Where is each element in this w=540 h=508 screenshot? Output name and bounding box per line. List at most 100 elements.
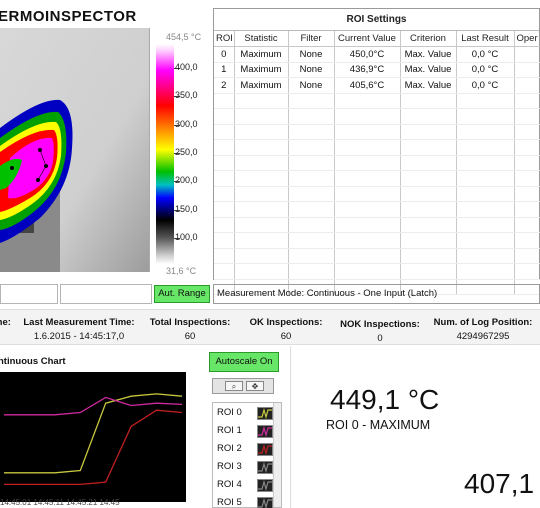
table-cell[interactable]: <	[514, 77, 540, 94]
scale-tick-label: 150,0	[175, 203, 198, 214]
legend-label: ROI 3	[217, 461, 242, 472]
table-cell: 0,0 °C	[456, 77, 515, 94]
table-cell: 0	[214, 46, 235, 63]
chart-svg	[4, 393, 183, 486]
table-row	[214, 139, 540, 156]
stat-time: me:	[0, 317, 11, 328]
legend-label: ROI 4	[217, 479, 242, 490]
chart-x-ticks: 14:45:01 14:45:11 14:45:21 14:45	[0, 498, 120, 507]
col-header-last-result[interactable]: Last Result	[456, 31, 515, 47]
series-line-roi-0	[4, 393, 183, 474]
measurement-mode-field[interactable]: Measurement Mode: Continuous - One Input…	[213, 284, 540, 304]
legend-label: ROI 5	[217, 497, 242, 508]
table-cell[interactable]: <	[514, 46, 540, 63]
table-cell[interactable]: None	[288, 46, 335, 63]
table-cell: 0,0 °C	[456, 62, 515, 78]
roi-table[interactable]: ROI Statistic Filter Current Value Crite…	[214, 31, 540, 295]
legend-item[interactable]: ROI 4	[217, 477, 273, 493]
table-row	[214, 108, 540, 125]
scale-tick-label: 200,0	[175, 175, 198, 186]
panel-divider	[290, 346, 291, 508]
legend-swatch-icon	[257, 443, 273, 456]
status-field	[60, 284, 152, 304]
stat-label: NOK Inspections:	[340, 319, 420, 330]
pan-tool-icon[interactable]: ✥	[246, 381, 264, 391]
zoom-tool-icon[interactable]: ⌕	[225, 381, 243, 391]
stat-log-position: Num. of Log Position: 4294967295	[428, 317, 538, 342]
legend-swatch-icon	[257, 479, 273, 492]
table-cell[interactable]: Maximum	[234, 62, 289, 78]
legend-item[interactable]: ROI 2	[217, 441, 273, 457]
legend-swatch-icon	[257, 461, 273, 474]
plot-legend[interactable]: ROI 0 ROI 1 ROI 2 ROI 3 ROI 4 ROI 5	[212, 402, 282, 508]
legend-item[interactable]: ROI 5	[217, 495, 273, 508]
table-row[interactable]: 0 Maximum None 450,0°C Max. Value 0,0 °C…	[214, 46, 540, 63]
col-header-filter[interactable]: Filter	[288, 31, 335, 47]
legend-swatch-icon	[257, 497, 273, 508]
stat-value: 0	[377, 333, 383, 344]
table-row[interactable]: 1 Maximum None 436,9°C Max. Value 0,0 °C…	[214, 62, 540, 78]
table-cell[interactable]: Max. Value	[400, 46, 457, 63]
chart-plot-area[interactable]	[0, 372, 186, 502]
scale-tick-label: 350,0	[175, 90, 198, 101]
scale-max-label: 454,5 °C	[166, 32, 202, 42]
table-row	[214, 93, 540, 109]
thermal-image[interactable]	[0, 28, 150, 272]
table-cell[interactable]: Maximum	[234, 46, 289, 63]
temperature-color-scale	[156, 44, 174, 264]
table-row	[214, 201, 540, 218]
table-row	[214, 155, 540, 171]
table-cell: 436,9°C	[334, 62, 401, 78]
legend-scrollbar[interactable]	[273, 403, 281, 507]
table-row	[214, 124, 540, 140]
legend-item[interactable]: ROI 3	[217, 459, 273, 475]
roi-settings-panel: ROI Settings ROI Statistic Filter Curren…	[213, 8, 540, 295]
table-cell[interactable]: Max. Value	[400, 77, 457, 94]
main-readout-label: ROI 0 - MAXIMUM	[326, 418, 431, 432]
table-cell[interactable]: Max. Value	[400, 62, 457, 78]
series-line-roi-1	[4, 396, 183, 416]
table-cell[interactable]: None	[288, 62, 335, 78]
aut-range-button[interactable]: Aut. Range	[154, 285, 210, 303]
second-readout-value: 407,1	[464, 468, 535, 499]
col-header-criterion[interactable]: Criterion	[400, 31, 457, 47]
table-cell[interactable]: None	[288, 77, 335, 94]
stat-total-inspections: Total Inspections: 60	[146, 317, 234, 342]
legend-label: ROI 2	[217, 443, 242, 454]
stat-value: 1.6.2015 - 14:45:17,0	[33, 331, 125, 342]
table-row	[214, 263, 540, 280]
legend-item[interactable]: ROI 0	[217, 405, 273, 421]
main-readout-value: 449,1 °C	[330, 384, 440, 415]
col-header-operator[interactable]: Oper	[514, 31, 540, 47]
table-cell: 1	[214, 62, 235, 78]
chart-title: ntinuous Chart	[0, 356, 66, 367]
table-cell[interactable]: <	[514, 62, 540, 78]
autoscale-button[interactable]: Autoscale On	[209, 352, 279, 372]
inspection-stats-bar: me: Last Measurement Time: 1.6.2015 - 14…	[0, 309, 540, 345]
table-cell: 405,6°C	[334, 77, 401, 94]
table-cell[interactable]: Maximum	[234, 77, 289, 94]
stat-last-measurement: Last Measurement Time: 1.6.2015 - 14:45:…	[20, 317, 138, 342]
stat-value: 60	[184, 331, 196, 342]
table-row	[214, 186, 540, 202]
legend-item[interactable]: ROI 1	[217, 423, 273, 439]
scale-min-label: 31,6 °C	[166, 266, 197, 276]
roi-settings-title: ROI Settings	[214, 9, 539, 31]
scale-tick-label: 400,0	[175, 62, 198, 72]
chart-tool-palette[interactable]: ⌕ ✥	[212, 378, 274, 394]
col-header-current-value[interactable]: Current Value	[334, 31, 401, 47]
app-title: ERMOINSPECTOR	[0, 8, 137, 25]
table-cell: 0,0 °C	[456, 46, 515, 63]
table-row	[214, 170, 540, 187]
table-cell: 2	[214, 77, 235, 94]
col-header-roi[interactable]: ROI	[214, 31, 235, 47]
table-cell: 450,0°C	[334, 46, 401, 63]
stat-label: Num. of Log Position:	[433, 317, 533, 328]
legend-label: ROI 0	[217, 407, 242, 418]
col-header-statistic[interactable]: Statistic	[234, 31, 289, 47]
table-row	[214, 232, 540, 249]
stat-label: Last Measurement Time:	[23, 317, 135, 328]
legend-label: ROI 1	[217, 425, 242, 436]
scale-tick-label: 300,0	[175, 118, 198, 129]
table-row[interactable]: 2 Maximum None 405,6°C Max. Value 0,0 °C…	[214, 77, 540, 94]
